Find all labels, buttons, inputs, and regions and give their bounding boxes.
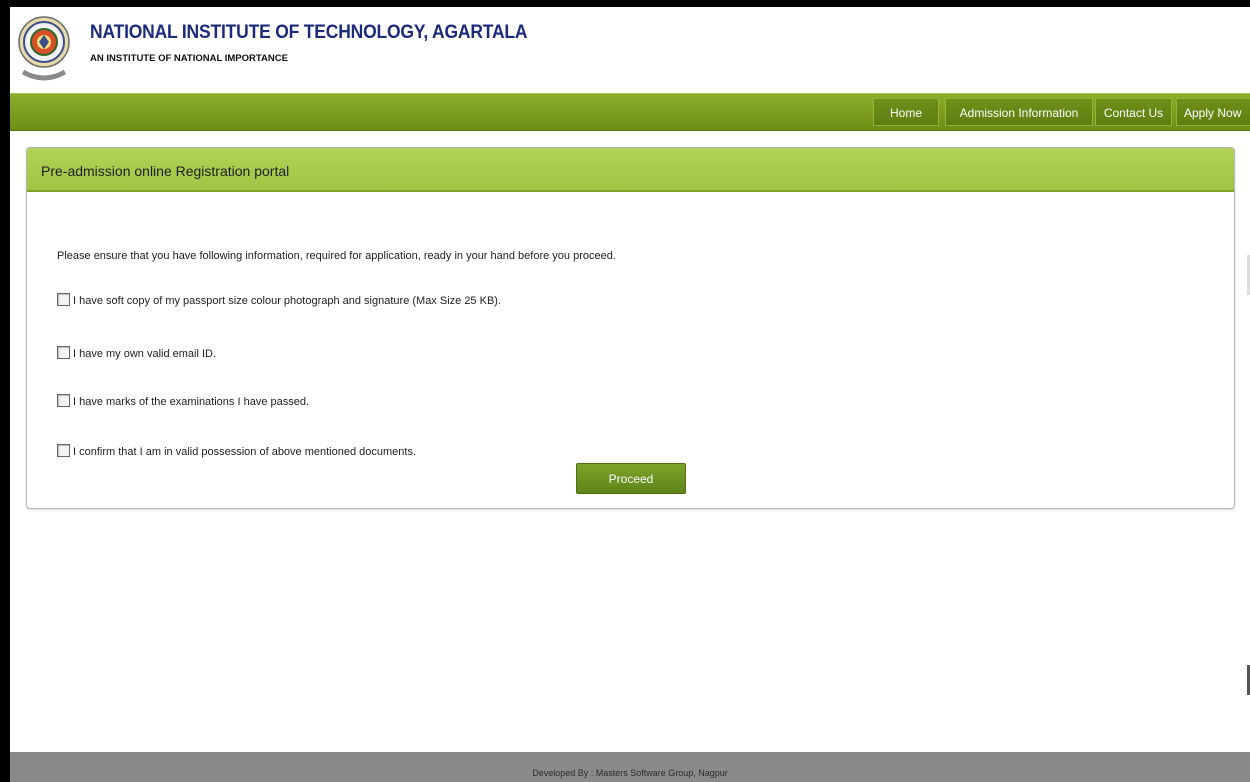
instructions-text: Please ensure that you have following in… <box>57 250 616 262</box>
nav-home[interactable]: Home <box>873 98 939 126</box>
institute-name: NATIONAL INSTITUTE OF TECHNOLOGY, AGARTA… <box>90 22 528 43</box>
checklist-label: I have marks of the examinations I have … <box>73 396 310 408</box>
footer-credit: Developed By : Masters Software Group, N… <box>532 768 728 778</box>
panel-header: Pre-admission online Registration portal <box>27 148 1234 192</box>
panel-title: Pre-admission online Registration portal <box>41 163 290 179</box>
checklist-label: I confirm that I am in valid possession … <box>73 446 417 458</box>
nav-admission-information[interactable]: Admission Information <box>945 98 1093 126</box>
nav-apply-now[interactable]: Apply Now <box>1176 98 1250 126</box>
nav-contact-us[interactable]: Contact Us <box>1095 98 1172 126</box>
checklist-label: I have my own valid email ID. <box>73 348 217 360</box>
site-header: NATIONAL INSTITUTE OF TECHNOLOGY, AGARTA… <box>10 7 1250 93</box>
confirm-checkbox[interactable] <box>57 444 70 457</box>
checklist-label: I have soft copy of my passport size col… <box>73 295 502 307</box>
browser-viewport: NATIONAL INSTITUTE OF TECHNOLOGY, AGARTA… <box>10 7 1250 782</box>
site-footer: Developed By : Masters Software Group, N… <box>10 752 1250 782</box>
marks-checkbox[interactable] <box>57 394 70 407</box>
checklist-item-photo: I have soft copy of my passport size col… <box>57 292 501 308</box>
photo-checkbox[interactable] <box>57 293 70 306</box>
registration-panel: Pre-admission online Registration portal… <box>26 147 1235 509</box>
main-nav: Home Admission Information Contact Us Ap… <box>10 93 1250 131</box>
proceed-button[interactable]: Proceed <box>576 463 686 494</box>
email-checkbox[interactable] <box>57 346 70 359</box>
institute-seal-icon[interactable] <box>17 12 71 88</box>
checklist-item-email: I have my own valid email ID. <box>57 345 216 361</box>
checklist-item-confirm: I confirm that I am in valid possession … <box>57 443 416 459</box>
institute-tagline: AN INSTITUTE OF NATIONAL IMPORTANCE <box>90 53 288 64</box>
checklist-item-marks: I have marks of the examinations I have … <box>57 393 309 409</box>
